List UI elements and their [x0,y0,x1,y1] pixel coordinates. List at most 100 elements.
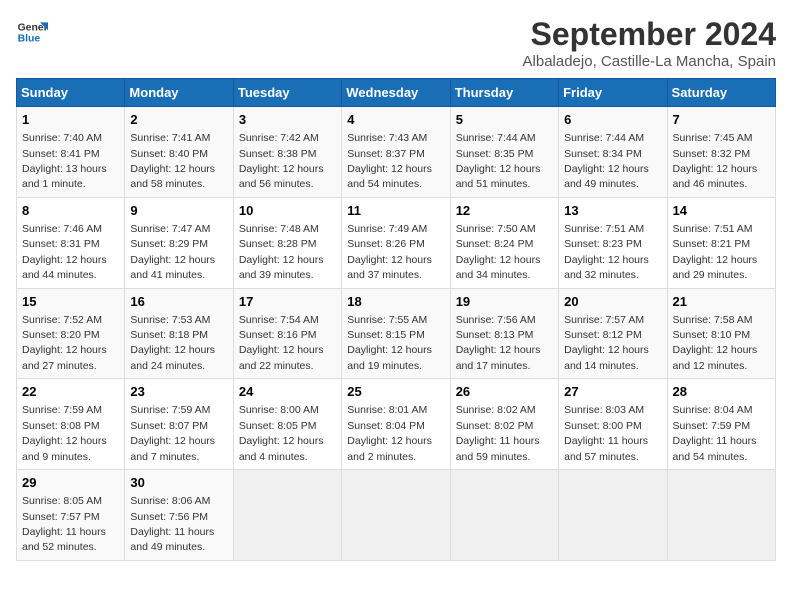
day-number: 2 [130,111,227,129]
month-year-title: September 2024 [523,16,776,53]
header-monday: Monday [125,79,233,107]
header-saturday: Saturday [667,79,775,107]
calendar-cell: 24 Sunrise: 8:00 AMSunset: 8:05 PMDaylig… [233,379,341,470]
day-number: 18 [347,293,444,311]
calendar-week-row: 8 Sunrise: 7:46 AMSunset: 8:31 PMDayligh… [17,197,776,288]
calendar-cell: 14 Sunrise: 7:51 AMSunset: 8:21 PMDaylig… [667,197,775,288]
calendar-cell: 9 Sunrise: 7:47 AMSunset: 8:29 PMDayligh… [125,197,233,288]
day-number: 11 [347,202,444,220]
calendar-cell: 27 Sunrise: 8:03 AMSunset: 8:00 PMDaylig… [559,379,667,470]
day-info: Sunrise: 7:40 AMSunset: 8:41 PMDaylight:… [22,132,107,190]
calendar-cell: 23 Sunrise: 7:59 AMSunset: 8:07 PMDaylig… [125,379,233,470]
calendar-cell: 20 Sunrise: 7:57 AMSunset: 8:12 PMDaylig… [559,288,667,379]
day-number: 25 [347,383,444,401]
day-info: Sunrise: 7:56 AMSunset: 8:13 PMDaylight:… [456,314,541,372]
day-info: Sunrise: 7:51 AMSunset: 8:23 PMDaylight:… [564,223,649,281]
calendar-cell: 29 Sunrise: 8:05 AMSunset: 7:57 PMDaylig… [17,470,125,561]
day-number: 3 [239,111,336,129]
day-number: 28 [673,383,770,401]
day-info: Sunrise: 7:47 AMSunset: 8:29 PMDaylight:… [130,223,215,281]
calendar-week-row: 1 Sunrise: 7:40 AMSunset: 8:41 PMDayligh… [17,107,776,198]
header-friday: Friday [559,79,667,107]
calendar-week-row: 15 Sunrise: 7:52 AMSunset: 8:20 PMDaylig… [17,288,776,379]
calendar-cell: 17 Sunrise: 7:54 AMSunset: 8:16 PMDaylig… [233,288,341,379]
calendar-cell: 30 Sunrise: 8:06 AMSunset: 7:56 PMDaylig… [125,470,233,561]
day-number: 7 [673,111,770,129]
day-number: 13 [564,202,661,220]
day-info: Sunrise: 7:55 AMSunset: 8:15 PMDaylight:… [347,314,432,372]
calendar-cell: 3 Sunrise: 7:42 AMSunset: 8:38 PMDayligh… [233,107,341,198]
calendar-cell: 19 Sunrise: 7:56 AMSunset: 8:13 PMDaylig… [450,288,558,379]
day-info: Sunrise: 7:46 AMSunset: 8:31 PMDaylight:… [22,223,107,281]
day-info: Sunrise: 7:59 AMSunset: 8:08 PMDaylight:… [22,404,107,462]
calendar-cell: 7 Sunrise: 7:45 AMSunset: 8:32 PMDayligh… [667,107,775,198]
day-number: 26 [456,383,553,401]
header: General Blue September 2024 Albaladejo, … [16,16,776,70]
calendar-cell: 22 Sunrise: 7:59 AMSunset: 8:08 PMDaylig… [17,379,125,470]
logo-icon: General Blue [16,16,48,48]
day-info: Sunrise: 7:48 AMSunset: 8:28 PMDaylight:… [239,223,324,281]
calendar-table: SundayMondayTuesdayWednesdayThursdayFrid… [16,78,776,561]
day-number: 15 [22,293,119,311]
calendar-cell: 21 Sunrise: 7:58 AMSunset: 8:10 PMDaylig… [667,288,775,379]
header-sunday: Sunday [17,79,125,107]
title-section: September 2024 Albaladejo, Castille-La M… [523,16,776,70]
calendar-cell: 25 Sunrise: 8:01 AMSunset: 8:04 PMDaylig… [342,379,450,470]
calendar-cell: 5 Sunrise: 7:44 AMSunset: 8:35 PMDayligh… [450,107,558,198]
day-number: 16 [130,293,227,311]
day-info: Sunrise: 7:57 AMSunset: 8:12 PMDaylight:… [564,314,649,372]
calendar-cell: 1 Sunrise: 7:40 AMSunset: 8:41 PMDayligh… [17,107,125,198]
day-number: 21 [673,293,770,311]
calendar-cell: 15 Sunrise: 7:52 AMSunset: 8:20 PMDaylig… [17,288,125,379]
day-number: 9 [130,202,227,220]
day-info: Sunrise: 7:50 AMSunset: 8:24 PMDaylight:… [456,223,541,281]
day-info: Sunrise: 7:54 AMSunset: 8:16 PMDaylight:… [239,314,324,372]
day-number: 27 [564,383,661,401]
day-number: 14 [673,202,770,220]
calendar-cell: 12 Sunrise: 7:50 AMSunset: 8:24 PMDaylig… [450,197,558,288]
calendar-cell [450,470,558,561]
calendar-cell [667,470,775,561]
day-number: 6 [564,111,661,129]
day-info: Sunrise: 8:02 AMSunset: 8:02 PMDaylight:… [456,404,540,462]
day-info: Sunrise: 7:52 AMSunset: 8:20 PMDaylight:… [22,314,107,372]
calendar-week-row: 29 Sunrise: 8:05 AMSunset: 7:57 PMDaylig… [17,470,776,561]
day-info: Sunrise: 7:49 AMSunset: 8:26 PMDaylight:… [347,223,432,281]
calendar-cell [342,470,450,561]
calendar-cell: 6 Sunrise: 7:44 AMSunset: 8:34 PMDayligh… [559,107,667,198]
day-info: Sunrise: 7:44 AMSunset: 8:35 PMDaylight:… [456,132,541,190]
day-number: 4 [347,111,444,129]
day-info: Sunrise: 8:03 AMSunset: 8:00 PMDaylight:… [564,404,648,462]
location-subtitle: Albaladejo, Castille-La Mancha, Spain [523,53,776,70]
calendar-cell: 28 Sunrise: 8:04 AMSunset: 7:59 PMDaylig… [667,379,775,470]
calendar-week-row: 22 Sunrise: 7:59 AMSunset: 8:08 PMDaylig… [17,379,776,470]
calendar-cell: 18 Sunrise: 7:55 AMSunset: 8:15 PMDaylig… [342,288,450,379]
day-number: 1 [22,111,119,129]
day-number: 29 [22,474,119,492]
header-tuesday: Tuesday [233,79,341,107]
day-number: 5 [456,111,553,129]
day-info: Sunrise: 8:06 AMSunset: 7:56 PMDaylight:… [130,495,214,553]
day-number: 10 [239,202,336,220]
calendar-cell: 8 Sunrise: 7:46 AMSunset: 8:31 PMDayligh… [17,197,125,288]
day-number: 23 [130,383,227,401]
calendar-cell: 16 Sunrise: 7:53 AMSunset: 8:18 PMDaylig… [125,288,233,379]
calendar-cell: 4 Sunrise: 7:43 AMSunset: 8:37 PMDayligh… [342,107,450,198]
day-info: Sunrise: 8:05 AMSunset: 7:57 PMDaylight:… [22,495,106,553]
day-info: Sunrise: 8:04 AMSunset: 7:59 PMDaylight:… [673,404,757,462]
calendar-header-row: SundayMondayTuesdayWednesdayThursdayFrid… [17,79,776,107]
day-number: 30 [130,474,227,492]
day-number: 19 [456,293,553,311]
calendar-cell: 11 Sunrise: 7:49 AMSunset: 8:26 PMDaylig… [342,197,450,288]
day-number: 17 [239,293,336,311]
day-info: Sunrise: 7:42 AMSunset: 8:38 PMDaylight:… [239,132,324,190]
day-info: Sunrise: 7:53 AMSunset: 8:18 PMDaylight:… [130,314,215,372]
day-number: 22 [22,383,119,401]
day-number: 8 [22,202,119,220]
logo: General Blue [16,16,48,48]
day-info: Sunrise: 8:01 AMSunset: 8:04 PMDaylight:… [347,404,432,462]
day-info: Sunrise: 7:51 AMSunset: 8:21 PMDaylight:… [673,223,758,281]
day-number: 20 [564,293,661,311]
day-info: Sunrise: 7:58 AMSunset: 8:10 PMDaylight:… [673,314,758,372]
day-info: Sunrise: 7:45 AMSunset: 8:32 PMDaylight:… [673,132,758,190]
